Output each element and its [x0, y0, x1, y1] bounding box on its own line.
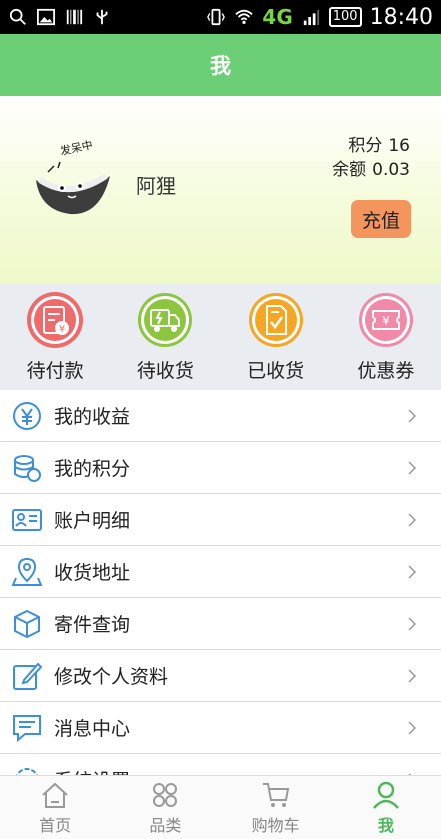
points-value: 16	[388, 136, 410, 156]
id-card-icon	[10, 503, 44, 537]
signal-icon	[303, 9, 319, 26]
shortcut-label: 待收货	[136, 360, 194, 382]
menu-item-label: 修改个人资料	[54, 666, 169, 688]
menu-item-label: 消息中心	[54, 718, 131, 740]
menu-list[interactable]: 我的收益 我的积分 账户明细 收货地址 寄件查询 修改个人资料 消息中心 系统设…	[0, 390, 441, 775]
svg-text:¥: ¥	[382, 314, 390, 328]
tab-home[interactable]: 首页	[0, 776, 110, 839]
avatar-caption: 发呆中	[59, 137, 94, 158]
shortcut-pending-payment[interactable]: ¥ 待付款	[0, 284, 110, 390]
status-bar: 4G 100 18:40	[0, 0, 441, 34]
avatar[interactable]: 发呆中	[30, 136, 116, 222]
menu-item-label: 收货地址	[54, 562, 131, 584]
balance-stat[interactable]: 余额 0.03	[326, 155, 410, 180]
location-icon	[10, 555, 44, 589]
page-header: 我	[0, 34, 441, 96]
battery-level: 100	[328, 7, 362, 27]
tab-me[interactable]: 我	[331, 776, 441, 839]
shortcut-label: 待付款	[26, 360, 84, 382]
shortcut-label: 已收货	[247, 360, 305, 382]
tab-label: 首页	[39, 815, 72, 835]
barcode-icon	[66, 9, 83, 25]
menu-item-earnings[interactable]: 我的收益	[0, 390, 441, 442]
chevron-right-icon	[397, 564, 427, 580]
svg-text:¥: ¥	[59, 324, 65, 335]
network-type: 4G	[262, 5, 293, 29]
menu-item-shipping-address[interactable]: 收货地址	[0, 546, 441, 598]
tab-label: 品类	[149, 815, 182, 835]
menu-item-label: 寄件查询	[54, 614, 131, 636]
wifi-icon	[235, 9, 254, 25]
menu-item-settings[interactable]: 系统设置	[0, 754, 441, 775]
points-stat[interactable]: 积分 16	[342, 131, 410, 156]
recharge-button[interactable]: 充值	[351, 200, 411, 238]
username: 阿狸	[136, 174, 176, 198]
truck-icon	[137, 292, 193, 348]
points-label: 积分	[348, 136, 383, 156]
menu-item-label: 系统设置	[54, 766, 397, 775]
chevron-right-icon	[397, 512, 427, 528]
clock: 18:40	[369, 4, 433, 30]
package-icon	[10, 607, 44, 641]
menu-item-shipment-tracking[interactable]: 寄件查询	[0, 598, 441, 650]
home-icon	[42, 782, 68, 808]
shortcut-label: 优惠券	[357, 360, 415, 382]
chevron-right-icon	[397, 616, 427, 632]
chevron-right-icon	[397, 408, 427, 424]
balance-label: 余额	[332, 160, 367, 180]
page-title: 我	[210, 54, 231, 78]
shortcut-pending-delivery[interactable]: 待收货	[110, 284, 220, 390]
svg-text:发呆中: 发呆中	[59, 137, 94, 158]
coins-icon	[10, 451, 44, 485]
tab-cart[interactable]: 购物车	[221, 776, 331, 839]
shortcut-received[interactable]: 已收货	[221, 284, 331, 390]
tab-label: 我	[377, 815, 394, 835]
menu-item-points[interactable]: 我的积分	[0, 442, 441, 494]
menu-item-label: 我的收益	[54, 406, 131, 428]
menu-item-label: 账户明细	[54, 510, 131, 532]
category-icon	[153, 782, 178, 807]
cart-icon	[262, 782, 289, 807]
yuan-icon	[10, 399, 44, 433]
image-icon	[37, 8, 55, 26]
received-doc-icon	[248, 292, 304, 348]
tab-label: 购物车	[251, 815, 300, 835]
profile-card: 发呆中 阿狸 积分 16 余额 0.03 充值	[0, 96, 441, 284]
message-icon	[10, 711, 44, 745]
vibrate-icon	[207, 8, 226, 26]
menu-item-account-details[interactable]: 账户明细	[0, 494, 441, 546]
search-icon	[9, 8, 26, 25]
shortcut-coupons[interactable]: ¥ 优惠券	[331, 284, 441, 390]
balance-value: 0.03	[372, 160, 410, 180]
menu-item-label: 我的积分	[54, 458, 131, 480]
usb-icon	[96, 9, 108, 25]
bottom-tab-bar: 首页 品类 购物车 我	[0, 775, 441, 839]
chevron-right-icon	[397, 720, 427, 736]
settings-icon	[10, 763, 44, 775]
menu-item-messages[interactable]: 消息中心	[0, 702, 441, 754]
edit-icon	[10, 659, 44, 693]
order-shortcuts: ¥ 待付款 待收货 已收货 ¥ 优惠券	[0, 284, 441, 390]
chevron-right-icon	[397, 668, 427, 684]
menu-item-edit-profile[interactable]: 修改个人资料	[0, 650, 441, 702]
user-icon	[372, 781, 399, 809]
chevron-right-icon	[397, 460, 427, 476]
tab-category[interactable]: 品类	[110, 776, 220, 839]
wallet-icon: ¥	[27, 292, 84, 348]
coupon-icon: ¥	[358, 292, 414, 348]
